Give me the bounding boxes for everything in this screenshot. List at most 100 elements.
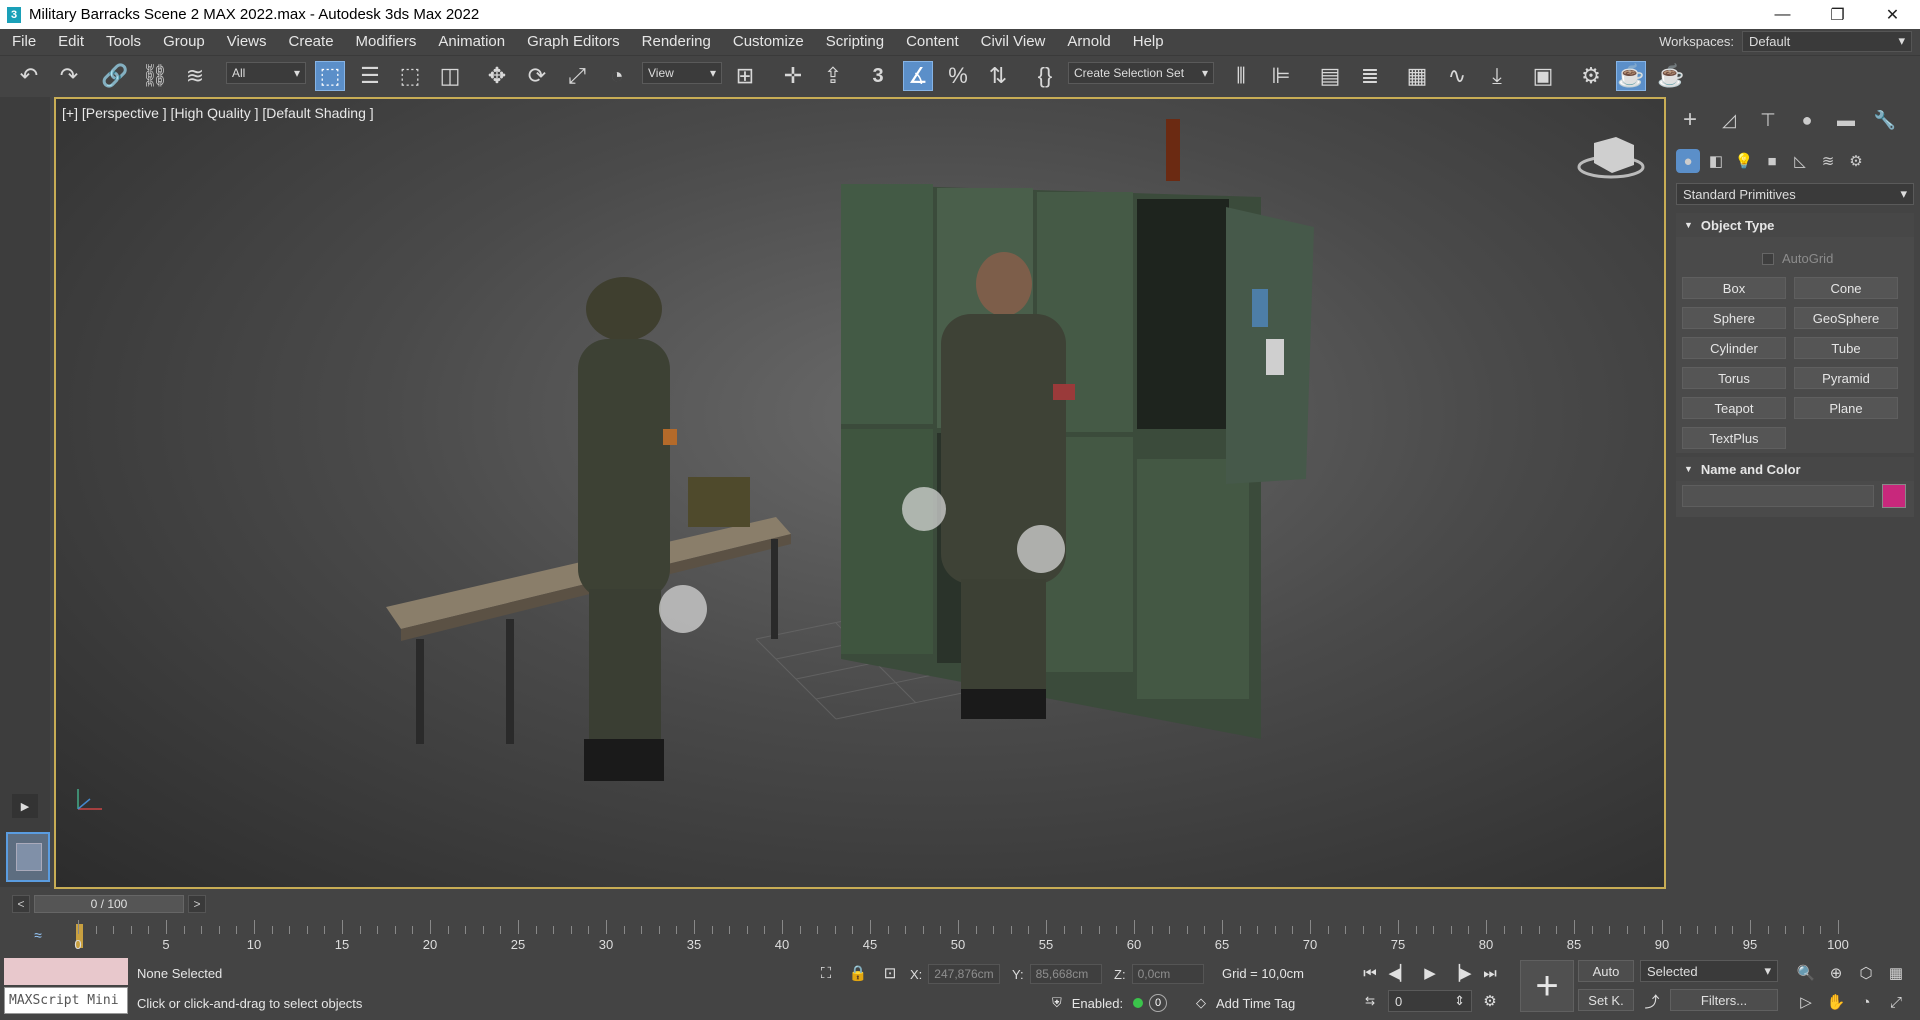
- menu-group[interactable]: Group: [151, 33, 215, 50]
- menu-customize[interactable]: Customize: [721, 33, 814, 50]
- rectangular-selection-icon[interactable]: ⬚: [395, 61, 425, 91]
- mirror-icon[interactable]: ⫴: [1226, 61, 1256, 91]
- rendered-frame-window-icon[interactable]: ☕: [1616, 61, 1646, 91]
- track-bar[interactable]: ≈ 0 5 10 15 20 25 30 35 40 45 50 55 60 65 70 75 80 85 90 95…: [0, 920, 1920, 954]
- torus-button[interactable]: Torus: [1682, 367, 1786, 389]
- undo-icon[interactable]: ↶: [14, 61, 44, 91]
- viewport-label[interactable]: [+] [Perspective ] [High Quality ] [Defa…: [62, 105, 374, 121]
- reference-coord-dropdown[interactable]: View ▾: [642, 62, 722, 84]
- utilities-tab-icon[interactable]: 🔧: [1871, 107, 1899, 133]
- selection-set-dropdown[interactable]: Create Selection Set ▾: [1068, 62, 1214, 84]
- time-slider-next[interactable]: >: [188, 895, 206, 913]
- curve-editor-icon[interactable]: ∿: [1442, 61, 1472, 91]
- modify-tab-icon[interactable]: ◿: [1715, 107, 1743, 133]
- create-tab-icon[interactable]: +: [1676, 106, 1704, 133]
- time-slider-thumb[interactable]: 0 / 100: [34, 895, 184, 913]
- spinner-snap-icon[interactable]: ⇅: [983, 61, 1013, 91]
- menu-arnold[interactable]: Arnold: [1055, 33, 1120, 50]
- select-object-icon[interactable]: ⬚: [315, 61, 345, 91]
- name-and-color-header[interactable]: ▼ Name and Color: [1676, 457, 1914, 481]
- scale-icon[interactable]: ⤢: [562, 61, 592, 91]
- lights-icon[interactable]: 💡: [1732, 149, 1756, 173]
- menu-graph-editors[interactable]: Graph Editors: [515, 33, 630, 50]
- menu-content[interactable]: Content: [894, 33, 969, 50]
- expand-viewport-layouts-icon[interactable]: ▶: [12, 794, 38, 818]
- scene-explorer-icon[interactable]: ▤: [1315, 61, 1345, 91]
- link-icon[interactable]: 🔗: [100, 61, 130, 91]
- window-crossing-icon[interactable]: ◫: [435, 61, 465, 91]
- time-slider-prev[interactable]: <: [12, 895, 30, 913]
- edit-named-selection-icon[interactable]: {}: [1030, 61, 1060, 91]
- pan-view-icon[interactable]: ✋: [1824, 990, 1848, 1014]
- autogrid-checkbox[interactable]: AutoGrid: [1762, 251, 1833, 266]
- render-production-icon[interactable]: ☕: [1656, 61, 1686, 91]
- render-setup-icon[interactable]: ⚙: [1576, 61, 1606, 91]
- z-field[interactable]: 0,0cm: [1131, 964, 1204, 984]
- menu-animation[interactable]: Animation: [426, 33, 515, 50]
- space-warps-icon[interactable]: ≋: [1816, 149, 1840, 173]
- x-field[interactable]: 247,876cm: [928, 964, 1001, 984]
- workspaces-dropdown[interactable]: Default ▾: [1742, 30, 1912, 52]
- redo-icon[interactable]: ↷: [54, 61, 84, 91]
- timeline-ruler[interactable]: 0 5 10 15 20 25 30 35 40 45 50 55 60 65 70 75 80 85 90 95 10…: [74, 920, 1878, 954]
- enabled-count[interactable]: 0: [1149, 994, 1168, 1012]
- y-field[interactable]: 85,668cm: [1029, 964, 1102, 984]
- menu-civil-view[interactable]: Civil View: [969, 33, 1056, 50]
- time-configuration-icon[interactable]: ⚙: [1478, 990, 1502, 1012]
- current-frame-field[interactable]: 0 ⇕: [1388, 990, 1472, 1012]
- select-manipulate-icon[interactable]: ✛: [778, 61, 808, 91]
- placement-icon[interactable]: ◔: [602, 61, 632, 91]
- menu-views[interactable]: Views: [215, 33, 277, 50]
- keyboard-shortcut-override-icon[interactable]: ⇪: [818, 61, 848, 91]
- close-button[interactable]: ✕: [1865, 0, 1920, 29]
- geometry-icon[interactable]: ●: [1676, 149, 1700, 173]
- menu-scripting[interactable]: Scripting: [814, 33, 894, 50]
- perspective-viewport[interactable]: [+] [Perspective ] [High Quality ] [Defa…: [54, 97, 1666, 889]
- primitive-category-dropdown[interactable]: Standard Primitives ▾: [1676, 183, 1914, 205]
- zoom-extents-icon[interactable]: ⬡: [1854, 961, 1878, 985]
- maxscript-listener[interactable]: MAXScript Mini: [4, 958, 128, 1016]
- unlink-icon[interactable]: ⛓: [140, 61, 170, 91]
- rotate-icon[interactable]: ⟳: [522, 61, 552, 91]
- mini-curve-editor-icon[interactable]: ≈: [26, 924, 50, 946]
- zoom-all-icon[interactable]: ⊕: [1824, 961, 1848, 985]
- enabled-status-icon[interactable]: [1133, 998, 1144, 1008]
- add-time-tag[interactable]: ◇ Add Time Tag: [1196, 995, 1295, 1011]
- menu-help[interactable]: Help: [1121, 33, 1174, 50]
- motion-tab-icon[interactable]: ●: [1793, 107, 1821, 133]
- minimize-button[interactable]: —: [1755, 0, 1810, 29]
- geosphere-button[interactable]: GeoSphere: [1794, 307, 1898, 329]
- snaps-toggle-icon[interactable]: 3: [863, 61, 893, 91]
- previous-frame-icon[interactable]: ◀▏: [1388, 962, 1412, 984]
- pivot-center-icon[interactable]: ⊞: [730, 61, 760, 91]
- pyramid-button[interactable]: Pyramid: [1794, 367, 1898, 389]
- key-mode-toggle-icon[interactable]: ⇆: [1358, 990, 1382, 1012]
- absolute-mode-icon[interactable]: ⊡: [878, 962, 902, 984]
- maxscript-input[interactable]: MAXScript Mini: [4, 987, 128, 1014]
- material-editor-icon[interactable]: ▣: [1528, 61, 1558, 91]
- field-of-view-icon[interactable]: ▷: [1794, 990, 1818, 1014]
- display-tab-icon[interactable]: ▬: [1832, 107, 1860, 133]
- isolate-selection-icon[interactable]: ⛶: [814, 962, 838, 984]
- maximize-viewport-icon[interactable]: ⤢: [1884, 990, 1908, 1014]
- sphere-button[interactable]: Sphere: [1682, 307, 1786, 329]
- auto-key-button[interactable]: Auto: [1578, 960, 1634, 982]
- object-name-field[interactable]: [1682, 485, 1874, 507]
- maxscript-output[interactable]: [4, 958, 128, 985]
- play-icon[interactable]: ▶: [1418, 962, 1442, 984]
- move-icon[interactable]: ✥: [482, 61, 512, 91]
- orbit-icon[interactable]: ◔: [1854, 990, 1878, 1014]
- textplus-button[interactable]: TextPlus: [1682, 427, 1786, 449]
- box-button[interactable]: Box: [1682, 277, 1786, 299]
- schematic-view-icon[interactable]: ⤓: [1482, 61, 1512, 91]
- go-to-start-icon[interactable]: ⏮: [1358, 962, 1382, 984]
- layer-explorer-icon[interactable]: ≣: [1355, 61, 1385, 91]
- zoom-extents-all-icon[interactable]: ▦: [1884, 961, 1908, 985]
- set-key-button[interactable]: Set K.: [1578, 989, 1634, 1011]
- select-by-name-icon[interactable]: ☰: [355, 61, 385, 91]
- go-to-end-icon[interactable]: ⏭: [1478, 962, 1502, 984]
- restore-button[interactable]: ❐: [1810, 0, 1865, 29]
- zoom-icon[interactable]: 🔍: [1794, 961, 1818, 985]
- menu-edit[interactable]: Edit: [46, 33, 94, 50]
- selection-filter-dropdown[interactable]: All ▾: [226, 62, 306, 84]
